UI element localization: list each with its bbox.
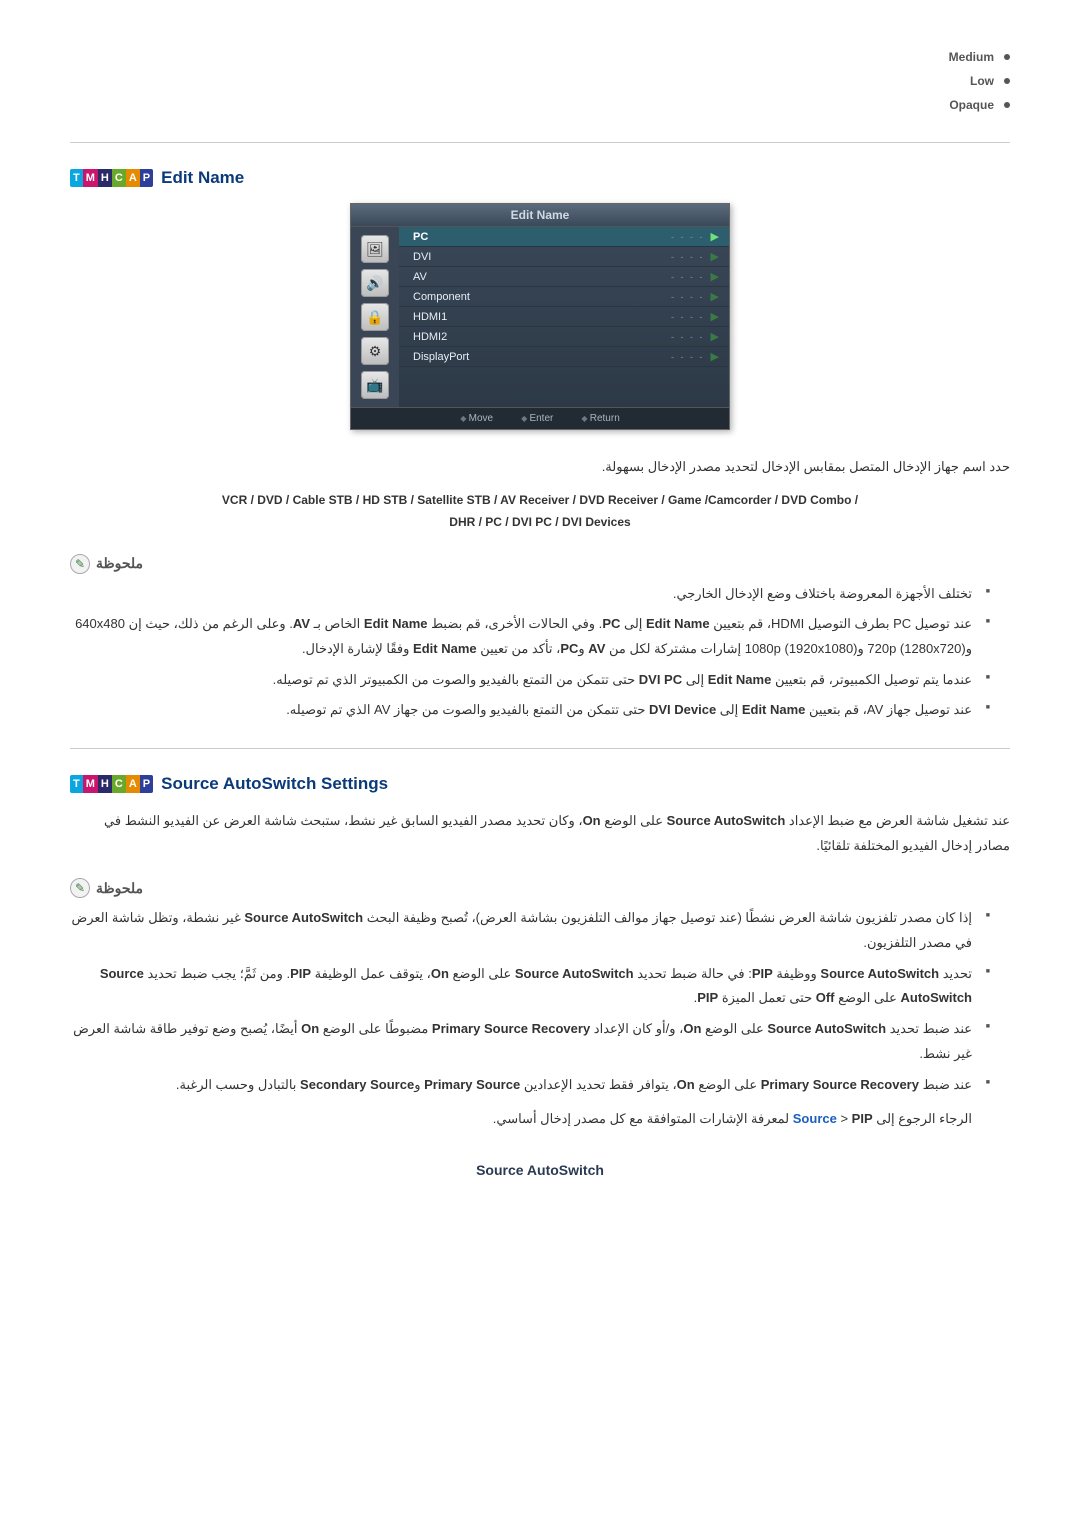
note1-item: عندما يتم توصيل الكمبيوتر، قم بتعيين Edi… bbox=[70, 668, 990, 693]
osd-row-hdmi1[interactable]: HDMI1 - - - -▶ bbox=[399, 307, 729, 327]
osd-list: PC - - - -▶ DVI - - - -▶ AV - - - -▶ Com… bbox=[399, 227, 729, 407]
badge-p: P bbox=[140, 775, 153, 793]
device-list: VCR / DVD / Cable STB / HD STB / Satelli… bbox=[70, 490, 1010, 533]
note1-item: عند توصيل PC بطرف التوصيل HDMI، قم بتعيي… bbox=[70, 612, 990, 661]
edit-name-caption: حدد اسم جهاز الإدخال المتصل بمقابس الإدخ… bbox=[70, 455, 1010, 478]
device-list-line1: VCR / DVD / Cable STB / HD STB / Satelli… bbox=[70, 490, 1010, 512]
chevron-right-icon: ▶ bbox=[711, 351, 719, 363]
badge-m: M bbox=[83, 169, 98, 187]
osd-enter: Enter bbox=[521, 413, 553, 424]
note2-item: إذا كان مصدر تلفزيون شاشة العرض نشطًا (ع… bbox=[70, 906, 990, 955]
badge-c: C bbox=[112, 775, 126, 793]
bullet-icon bbox=[1004, 102, 1010, 108]
option-medium: Medium bbox=[70, 50, 1010, 64]
lock-icon: 🔒 bbox=[361, 303, 389, 331]
badge-a: A bbox=[126, 169, 140, 187]
note-list-2: إذا كان مصدر تلفزيون شاشة العرض نشطًا (ع… bbox=[70, 906, 990, 1097]
osd-row-av[interactable]: AV - - - -▶ bbox=[399, 267, 729, 287]
badge-h: H bbox=[98, 169, 112, 187]
option-opaque-label: Opaque bbox=[949, 98, 994, 112]
options-list: Medium Low Opaque bbox=[70, 50, 1010, 112]
note-icon: ✎ bbox=[70, 554, 90, 574]
chevron-right-icon: ▶ bbox=[711, 331, 719, 343]
bullet-icon bbox=[1004, 78, 1010, 84]
osd-move: Move bbox=[460, 413, 493, 424]
osd-footer: Move Enter Return bbox=[351, 407, 729, 429]
note1-item: تختلف الأجهزة المعروضة باختلاف وضع الإدخ… bbox=[70, 582, 990, 607]
badge-a: A bbox=[126, 775, 140, 793]
note2-item: عند ضبط تحديد Source AutoSwitch على الوض… bbox=[70, 1017, 990, 1066]
note-header-2: ملحوظة ✎ bbox=[70, 878, 1010, 898]
osd-row-pc[interactable]: PC - - - -▶ bbox=[399, 227, 729, 247]
settings-icon: ⚙ bbox=[361, 337, 389, 365]
note-list-1: تختلف الأجهزة المعروضة باختلاف وضع الإدخ… bbox=[70, 582, 990, 723]
badge-h: H bbox=[98, 775, 112, 793]
note2-item: عند ضبط Primary Source Recovery على الوض… bbox=[70, 1073, 990, 1098]
osd-side-icons: 🖼 🔊 🔒 ⚙ 📺 bbox=[351, 227, 399, 407]
chevron-right-icon: ▶ bbox=[711, 231, 719, 243]
option-medium-label: Medium bbox=[949, 50, 994, 64]
osd-row-component[interactable]: Component - - - -▶ bbox=[399, 287, 729, 307]
picture-icon: 🖼 bbox=[361, 235, 389, 263]
option-low: Low bbox=[70, 74, 1010, 88]
chevron-right-icon: ▶ bbox=[711, 251, 719, 263]
bullet-icon bbox=[1004, 54, 1010, 60]
osd-return: Return bbox=[581, 413, 619, 424]
note-header-1: ملحوظة ✎ bbox=[70, 554, 1010, 574]
section-title-edit-name: T M H C A P Edit Name bbox=[70, 168, 1010, 188]
badge-c: C bbox=[112, 169, 126, 187]
chevron-right-icon: ▶ bbox=[711, 311, 719, 323]
edit-name-heading: Edit Name bbox=[161, 168, 244, 188]
badge-m: M bbox=[83, 775, 98, 793]
divider bbox=[70, 142, 1010, 143]
option-opaque: Opaque bbox=[70, 98, 1010, 112]
autoswitch-heading: Source AutoSwitch Settings bbox=[161, 774, 388, 794]
osd-row-displayport[interactable]: DisplayPort - - - -▶ bbox=[399, 347, 729, 367]
chevron-right-icon: ▶ bbox=[711, 291, 719, 303]
badge-t: T bbox=[70, 169, 83, 187]
section-title-autoswitch: T M H C A P Source AutoSwitch Settings bbox=[70, 774, 1010, 794]
device-list-line2: DHR / PC / DVI PC / DVI Devices bbox=[70, 512, 1010, 534]
input-icon: 📺 bbox=[361, 371, 389, 399]
option-low-label: Low bbox=[970, 74, 994, 88]
source-autoswitch-subhead: Source AutoSwitch bbox=[70, 1162, 1010, 1178]
badge-p: P bbox=[140, 169, 153, 187]
osd-screenshot: Edit Name 🖼 🔊 🔒 ⚙ 📺 PC - - - -▶ DVI - - … bbox=[70, 203, 1010, 430]
note-icon: ✎ bbox=[70, 878, 90, 898]
note2-footer-line: الرجاء الرجوع إلى Source > PIP لمعرفة ال… bbox=[70, 1107, 972, 1132]
note-label-1: ملحوظة bbox=[96, 555, 143, 572]
osd-row-hdmi2[interactable]: HDMI2 - - - -▶ bbox=[399, 327, 729, 347]
note2-item: تحديد Source AutoSwitch ووظيفة PIP: في ح… bbox=[70, 962, 990, 1011]
osd-row-dvi[interactable]: DVI - - - -▶ bbox=[399, 247, 729, 267]
divider bbox=[70, 748, 1010, 749]
sound-icon: 🔊 bbox=[361, 269, 389, 297]
note-label-2: ملحوظة bbox=[96, 880, 143, 897]
osd-title: Edit Name bbox=[351, 204, 729, 227]
note1-item: عند توصيل جهاز AV، قم بتعيين Edit Name إ… bbox=[70, 698, 990, 723]
mode-badges: T M H C A P bbox=[70, 169, 153, 187]
chevron-right-icon: ▶ bbox=[711, 271, 719, 283]
badge-t: T bbox=[70, 775, 83, 793]
autoswitch-paragraph: عند تشغيل شاشة العرض مع ضبط الإعداد Sour… bbox=[70, 809, 1010, 858]
mode-badges: T M H C A P bbox=[70, 775, 153, 793]
